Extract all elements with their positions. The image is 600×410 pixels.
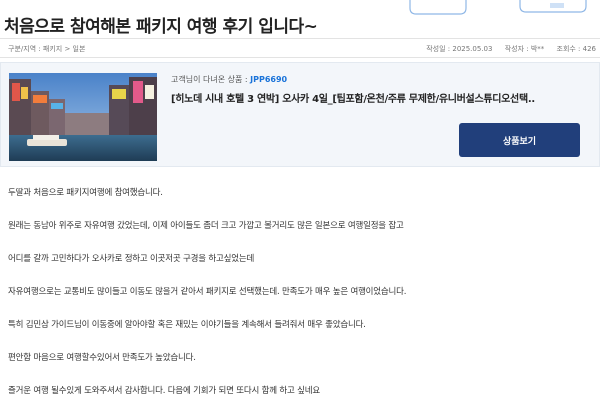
post-meta-bar: 구분/지역 : 패키지 > 일본 작성일 : 2025.05.03 작성자 : …: [0, 38, 600, 58]
review-line: 즐거운 여행 될수있게 도와주셔서 감사합니다. 다음에 기회가 되면 또다시 …: [8, 386, 320, 396]
review-line: 두딸과 처음으로 패키지여행에 참여했습니다.: [8, 188, 163, 198]
page-title: 처음으로 참여해본 패키지 여행 후기 입니다~: [4, 17, 318, 37]
view-product-button[interactable]: 상품보기: [459, 123, 580, 157]
post-views: 조회수 : 426: [556, 45, 597, 53]
review-line: 어디를 갈까 고민하다가 오사카로 정하고 이곳저곳 구경을 하고싶었는데: [8, 254, 255, 264]
post-meta-info: 작성일 : 2025.05.03 작성자 : 박** 조회수 : 426: [426, 44, 596, 54]
header-decoration-graphic: [409, 0, 587, 15]
product-code: JPP6690: [250, 75, 288, 84]
osaka-city-canal-photo-icon: [9, 73, 157, 161]
category-breadcrumb: 구분/지역 : 패키지 > 일본: [8, 45, 86, 53]
review-line: 편안함 마음으로 여행할수있어서 만족도가 높았습니다.: [8, 353, 196, 363]
visited-product-label: 고객님이 다녀온 상품 : JPP6690: [171, 75, 288, 84]
post-author: 작성자 : 박**: [504, 45, 545, 53]
review-line: 특히 김민삼 가이드님이 이동중에 알아야할 혹은 재밌는 이야기들을 계속해서…: [8, 320, 366, 330]
post-date: 작성일 : 2025.05.03: [426, 45, 493, 53]
review-line: 원래는 동남아 위주로 자유여행 갔었는데, 이제 아이들도 좀더 크고 가깝고…: [8, 221, 404, 231]
review-line: 자유여행으로는 교통비도 많이들고 이동도 많을거 같아서 패키지로 선택했는데…: [8, 287, 407, 297]
product-name[interactable]: [히노데 시내 호텔 3 연박] 오사카 4일_[팁포함/온천/주류 무제한/유…: [171, 90, 535, 105]
product-card: 고객님이 다녀온 상품 : JPP6690 [히노데 시내 호텔 3 연박] 오…: [0, 62, 600, 167]
